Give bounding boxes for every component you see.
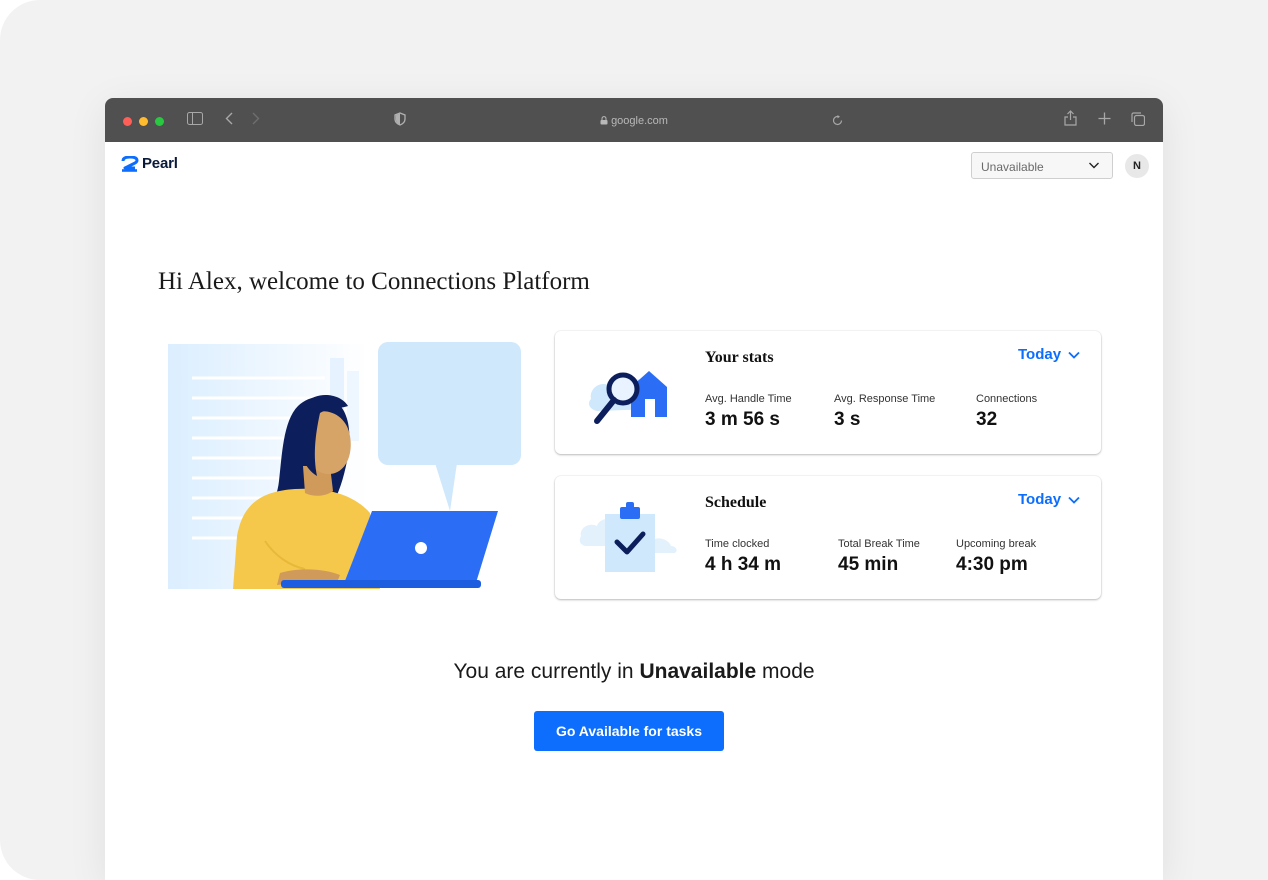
stat-value: 3 m 56 s bbox=[705, 409, 780, 430]
go-available-button[interactable]: Go Available for tasks bbox=[534, 711, 724, 751]
current-mode-message: You are currently in Unavailable mode bbox=[105, 660, 1163, 684]
stat-upcoming-break: Upcoming break 4:30 pm bbox=[956, 538, 1036, 576]
schedule-period-select[interactable]: Today bbox=[1018, 491, 1080, 508]
desktop-background: google.com Pearl Unavailable N Hi Alex, … bbox=[0, 0, 1268, 880]
stat-label: Time clocked bbox=[705, 538, 770, 550]
stats-period-select[interactable]: Today bbox=[1018, 346, 1080, 363]
stat-label: Connections bbox=[976, 393, 1038, 405]
stat-total-break-time: Total Break Time 45 min bbox=[838, 538, 920, 576]
stat-avg-handle-time: Avg. Handle Time 3 m 56 s bbox=[705, 393, 792, 431]
stat-value: 3 s bbox=[834, 409, 861, 430]
schedule-card: Schedule Today Time clocked 4 h 34 m Tot… bbox=[555, 476, 1101, 599]
chevron-down-icon bbox=[1089, 162, 1099, 169]
chevron-down-icon bbox=[1068, 496, 1080, 504]
url-text: google.com bbox=[611, 115, 668, 127]
browser-titlebar: google.com bbox=[105, 98, 1163, 142]
pearl-logo[interactable]: Pearl bbox=[121, 155, 178, 172]
agent-working-illustration bbox=[168, 342, 521, 589]
stat-label: Upcoming break bbox=[956, 538, 1037, 550]
reload-icon[interactable] bbox=[832, 114, 843, 128]
stat-time-clocked: Time clocked 4 h 34 m bbox=[705, 538, 781, 576]
app-header: Pearl Unavailable N bbox=[105, 142, 1163, 192]
stat-label: Avg. Response Time bbox=[834, 393, 936, 405]
mode-name: Unavailable bbox=[639, 660, 757, 683]
chevron-down-icon bbox=[1068, 351, 1080, 359]
mode-prefix: You are currently in bbox=[453, 660, 634, 683]
schedule-card-title: Schedule bbox=[705, 494, 767, 511]
availability-select[interactable]: Unavailable bbox=[971, 152, 1113, 179]
stats-card: Your stats Today Avg. Handle Time 3 m 56… bbox=[555, 331, 1101, 454]
stat-label: Total Break Time bbox=[838, 538, 920, 550]
logo-text: Pearl bbox=[142, 155, 178, 172]
availability-select-value: Unavailable bbox=[981, 160, 1044, 174]
stats-card-title: Your stats bbox=[705, 349, 774, 366]
mode-suffix: mode bbox=[762, 660, 815, 683]
stat-value: 45 min bbox=[838, 554, 899, 575]
new-tab-icon[interactable] bbox=[1098, 112, 1111, 127]
schedule-period-label: Today bbox=[1018, 491, 1062, 508]
stats-period-label: Today bbox=[1018, 346, 1062, 363]
welcome-title: Hi Alex, welcome to Connections Platform bbox=[158, 268, 590, 295]
address-bar[interactable]: google.com bbox=[105, 115, 1163, 127]
lock-icon bbox=[600, 116, 608, 125]
stat-connections: Connections 32 bbox=[976, 393, 1037, 431]
browser-window: google.com Pearl Unavailable N Hi Alex, … bbox=[105, 98, 1163, 880]
stat-value: 4 h 34 m bbox=[705, 554, 782, 575]
pearl-logo-icon bbox=[121, 155, 139, 172]
stat-value: 4:30 pm bbox=[956, 554, 1028, 575]
stat-value: 32 bbox=[976, 409, 998, 430]
stat-avg-response-time: Avg. Response Time 3 s bbox=[834, 393, 935, 431]
user-avatar[interactable]: N bbox=[1125, 154, 1149, 178]
stat-label: Avg. Handle Time bbox=[705, 393, 792, 405]
stats-search-house-icon bbox=[589, 371, 667, 424]
share-icon[interactable] bbox=[1064, 110, 1077, 128]
tab-overview-icon[interactable] bbox=[1131, 112, 1146, 128]
schedule-clipboard-icon bbox=[579, 502, 677, 572]
